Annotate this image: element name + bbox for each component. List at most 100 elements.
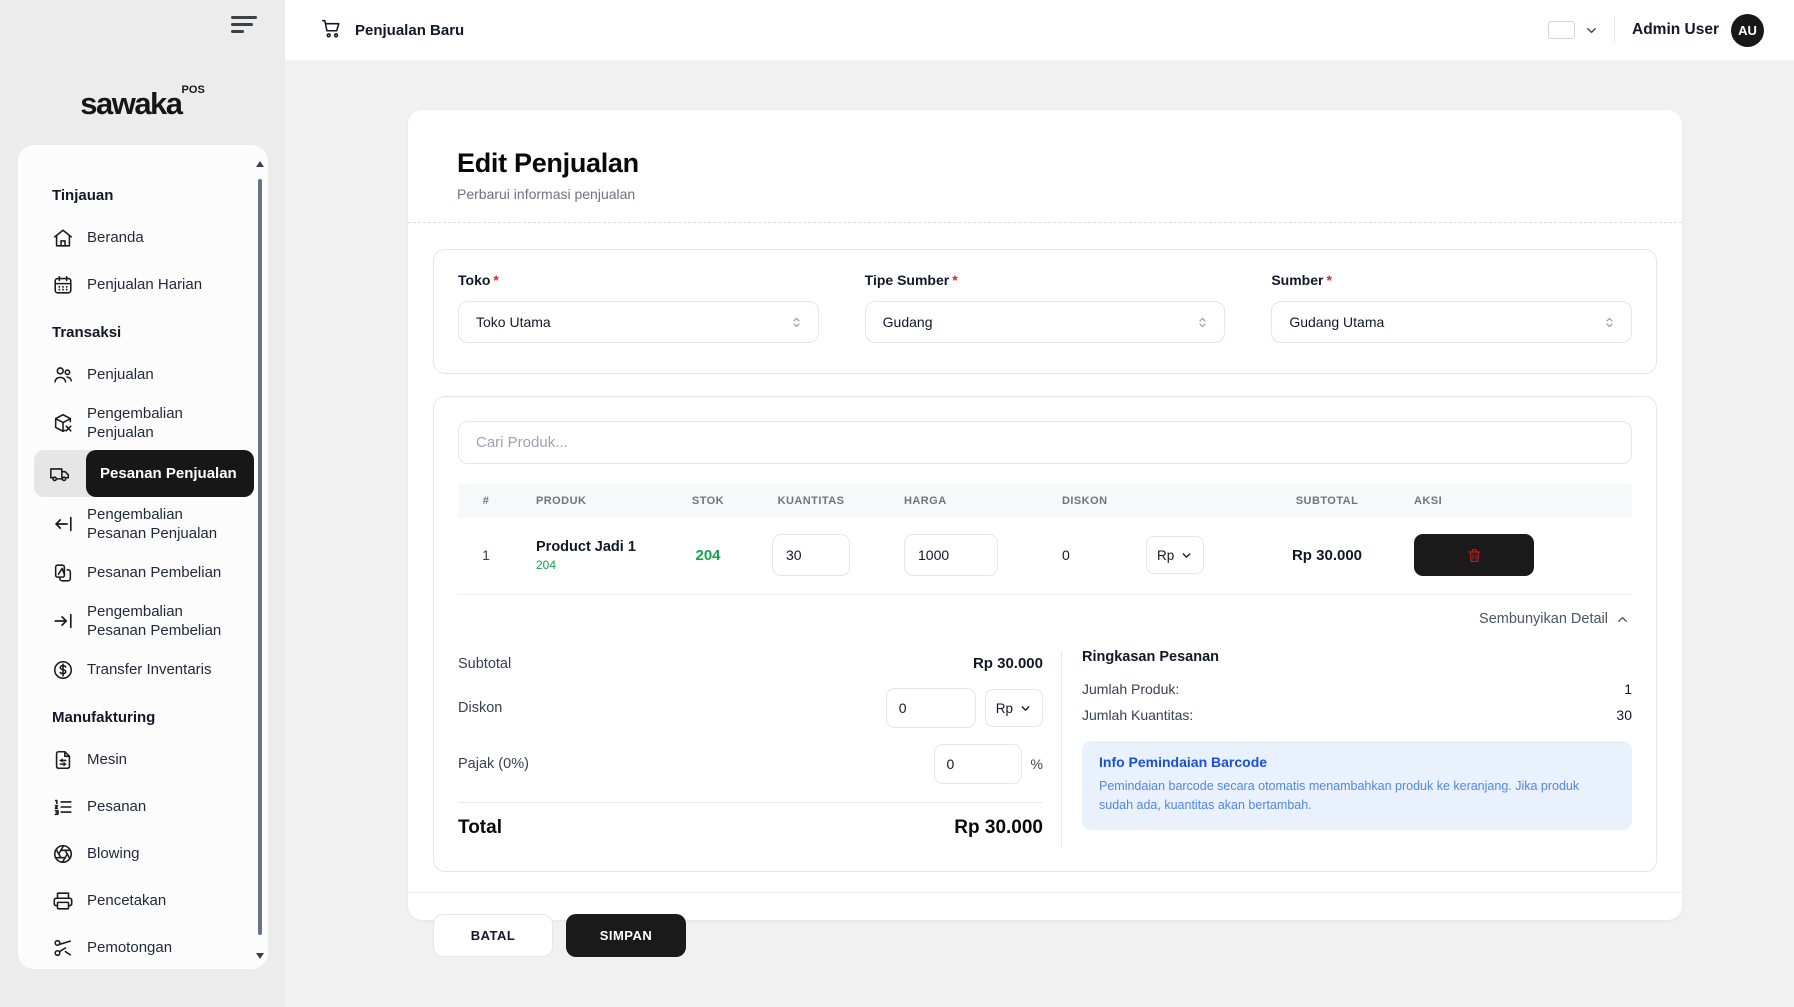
arrow-left-to-line-icon — [52, 513, 74, 535]
card-header: Edit Penjualan Perbarui informasi penjua… — [408, 110, 1682, 223]
cards-icon — [52, 562, 74, 584]
aperture-icon — [52, 843, 74, 865]
col-header-aksi: AKSI — [1398, 495, 1634, 507]
sidebar-item-pengembalian-penjualan[interactable]: Pengembalian Penjualan — [18, 398, 268, 448]
product-code: 204 — [536, 558, 670, 572]
language-switcher[interactable] — [1548, 21, 1599, 39]
jumlah-kuantitas-label: Jumlah Kuantitas: — [1082, 707, 1193, 723]
indonesia-flag — [1548, 21, 1575, 39]
nav-section-transaksi: Transaksi — [52, 324, 268, 341]
row-index: 1 — [458, 547, 514, 563]
search-input[interactable] — [458, 421, 1632, 464]
discount-unit-select[interactable]: Rp — [985, 689, 1043, 727]
col-header-subtotal: SUBTOTAL — [1256, 495, 1398, 507]
col-header-produk: PRODUK — [514, 495, 670, 507]
jumlah-produk-value: 1 — [1624, 681, 1632, 697]
save-button[interactable]: SIMPAN — [566, 914, 686, 957]
chevron-down-icon — [1180, 549, 1193, 562]
row-subtotal: Rp 30.000 — [1256, 547, 1398, 564]
required-asterisk: * — [493, 272, 498, 288]
barcode-info-title: Info Pemindaian Barcode — [1099, 754, 1615, 770]
total-value: Rp 30.000 — [954, 817, 1043, 839]
subtotal-label: Subtotal — [458, 656, 511, 672]
edit-penjualan-card: Edit Penjualan Perbarui informasi penjua… — [408, 110, 1682, 920]
select-stepper-icon — [1602, 315, 1617, 330]
sidebar-item-penjualan-harian[interactable]: Penjualan Harian — [18, 261, 268, 308]
brand-logo: sawakaPOS — [0, 86, 285, 122]
trash-icon — [1466, 547, 1483, 564]
page-title-topbar: Penjualan Baru — [355, 22, 464, 39]
sidebar-item-beranda[interactable]: Beranda — [18, 214, 268, 261]
cancel-button[interactable]: BATAL — [433, 914, 553, 957]
quantity-cell — [746, 534, 876, 576]
source-form: Toko* Toko Utama Tipe Sumber* Gudang — [433, 249, 1657, 374]
toko-select[interactable]: Toko Utama — [458, 301, 819, 343]
sidebar-item-pemotongan-clipped[interactable]: Pemotongan — [18, 924, 268, 969]
col-header-harga: HARGA — [876, 495, 1034, 507]
stock-value: 204 — [670, 547, 746, 564]
field-sumber: Sumber* Gudang Utama — [1271, 272, 1632, 343]
topbar-breadcrumb: Penjualan Baru — [320, 17, 464, 44]
avatar[interactable]: AU — [1731, 14, 1764, 47]
delete-row-button[interactable] — [1414, 534, 1534, 576]
discount-input[interactable] — [886, 688, 976, 728]
printer-icon — [52, 890, 74, 912]
scroll-down-arrow[interactable] — [256, 953, 264, 959]
nav-section-tinjauan: Tinjauan — [52, 187, 268, 204]
jumlah-produk-label: Jumlah Produk: — [1082, 681, 1179, 697]
action-cell — [1398, 534, 1634, 576]
content-column: Penjualan Baru Admin User AU Edit Penjua… — [285, 0, 1794, 1007]
discount-currency-select[interactable]: Rp — [1146, 536, 1204, 574]
barcode-info-box: Info Pemindaian Barcode Pemindaian barco… — [1082, 741, 1632, 830]
home-icon — [52, 227, 74, 249]
cart-icon — [320, 17, 342, 44]
sidebar-item-pesanan-pembelian[interactable]: Pesanan Pembelian — [18, 549, 268, 596]
topbar: Penjualan Baru Admin User AU — [285, 0, 1794, 60]
sidebar-item-pesanan-penjualan[interactable]: Pesanan Penjualan — [34, 450, 254, 497]
scroll-up-arrow[interactable] — [256, 161, 264, 167]
totals-panel: Subtotal Rp 30.000 Diskon Rp — [458, 647, 1043, 847]
sidebar-item-blowing[interactable]: Blowing — [18, 830, 268, 877]
sumber-select[interactable]: Gudang Utama — [1271, 301, 1632, 343]
list-ordered-icon — [52, 796, 74, 818]
tipe-sumber-select[interactable]: Gudang — [865, 301, 1226, 343]
chevron-down-icon — [1584, 23, 1599, 38]
total-label: Total — [458, 817, 502, 839]
sidebar-scrollbar[interactable] — [258, 179, 262, 935]
sidebar-item-pengembalian-pesanan-pembelian[interactable]: Pengembalian Pesanan Pembelian — [18, 596, 268, 646]
sidebar-item-label: Pesanan Penjualan — [86, 450, 254, 497]
col-header-stok: STOK — [670, 495, 746, 507]
topbar-divider — [1614, 17, 1615, 43]
required-asterisk: * — [952, 272, 957, 288]
sidebar-item-transfer-inventaris[interactable]: Transfer Inventaris — [18, 646, 268, 693]
chevron-up-icon — [1615, 612, 1630, 627]
price-input[interactable] — [904, 534, 998, 576]
barcode-info-body: Pemindaian barcode secara otomatis menam… — [1099, 777, 1615, 816]
details-section: Subtotal Rp 30.000 Diskon Rp — [458, 647, 1632, 847]
col-header-index: # — [458, 495, 514, 507]
circle-dollar-icon — [52, 659, 74, 681]
price-cell — [876, 534, 1034, 576]
field-tipe-sumber: Tipe Sumber* Gudang — [865, 272, 1226, 343]
main-area: Edit Penjualan Perbarui informasi penjua… — [285, 60, 1794, 1007]
scissors-icon — [52, 937, 74, 959]
nav-section-manufakturing: Manufakturing — [52, 709, 268, 726]
vertical-divider — [1061, 651, 1062, 847]
hamburger-menu-icon[interactable] — [231, 16, 261, 38]
table-header: # PRODUK STOK KUANTITAS HARGA DISKON SUB… — [458, 484, 1632, 518]
discount-value: 0 — [1062, 547, 1122, 563]
sidebar-item-pengembalian-pesanan-penjualan[interactable]: Pengembalian Pesanan Penjualan — [18, 499, 268, 549]
sidebar-item-mesin[interactable]: Mesin — [18, 736, 268, 783]
sidebar-item-pesanan-mfg[interactable]: Pesanan — [18, 783, 268, 830]
tax-input[interactable] — [934, 744, 1022, 784]
product-name: Product Jadi 1 — [536, 539, 670, 555]
summary-title: Ringkasan Pesanan — [1082, 649, 1632, 665]
col-header-diskon: DISKON — [1034, 495, 1256, 507]
sidebar-item-penjualan[interactable]: Penjualan — [18, 351, 268, 398]
sidebar-nav-panel: Tinjauan Beranda Penjualan Harian Transa… — [18, 145, 268, 969]
app-root: sawakaPOS Tinjauan Beranda Penjualan Har… — [0, 0, 1794, 1007]
quantity-input[interactable] — [772, 534, 850, 576]
sidebar-item-pencetakan[interactable]: Pencetakan — [18, 877, 268, 924]
truck-icon — [34, 450, 86, 497]
hide-detail-toggle[interactable]: Sembunyikan Detail — [458, 595, 1632, 637]
